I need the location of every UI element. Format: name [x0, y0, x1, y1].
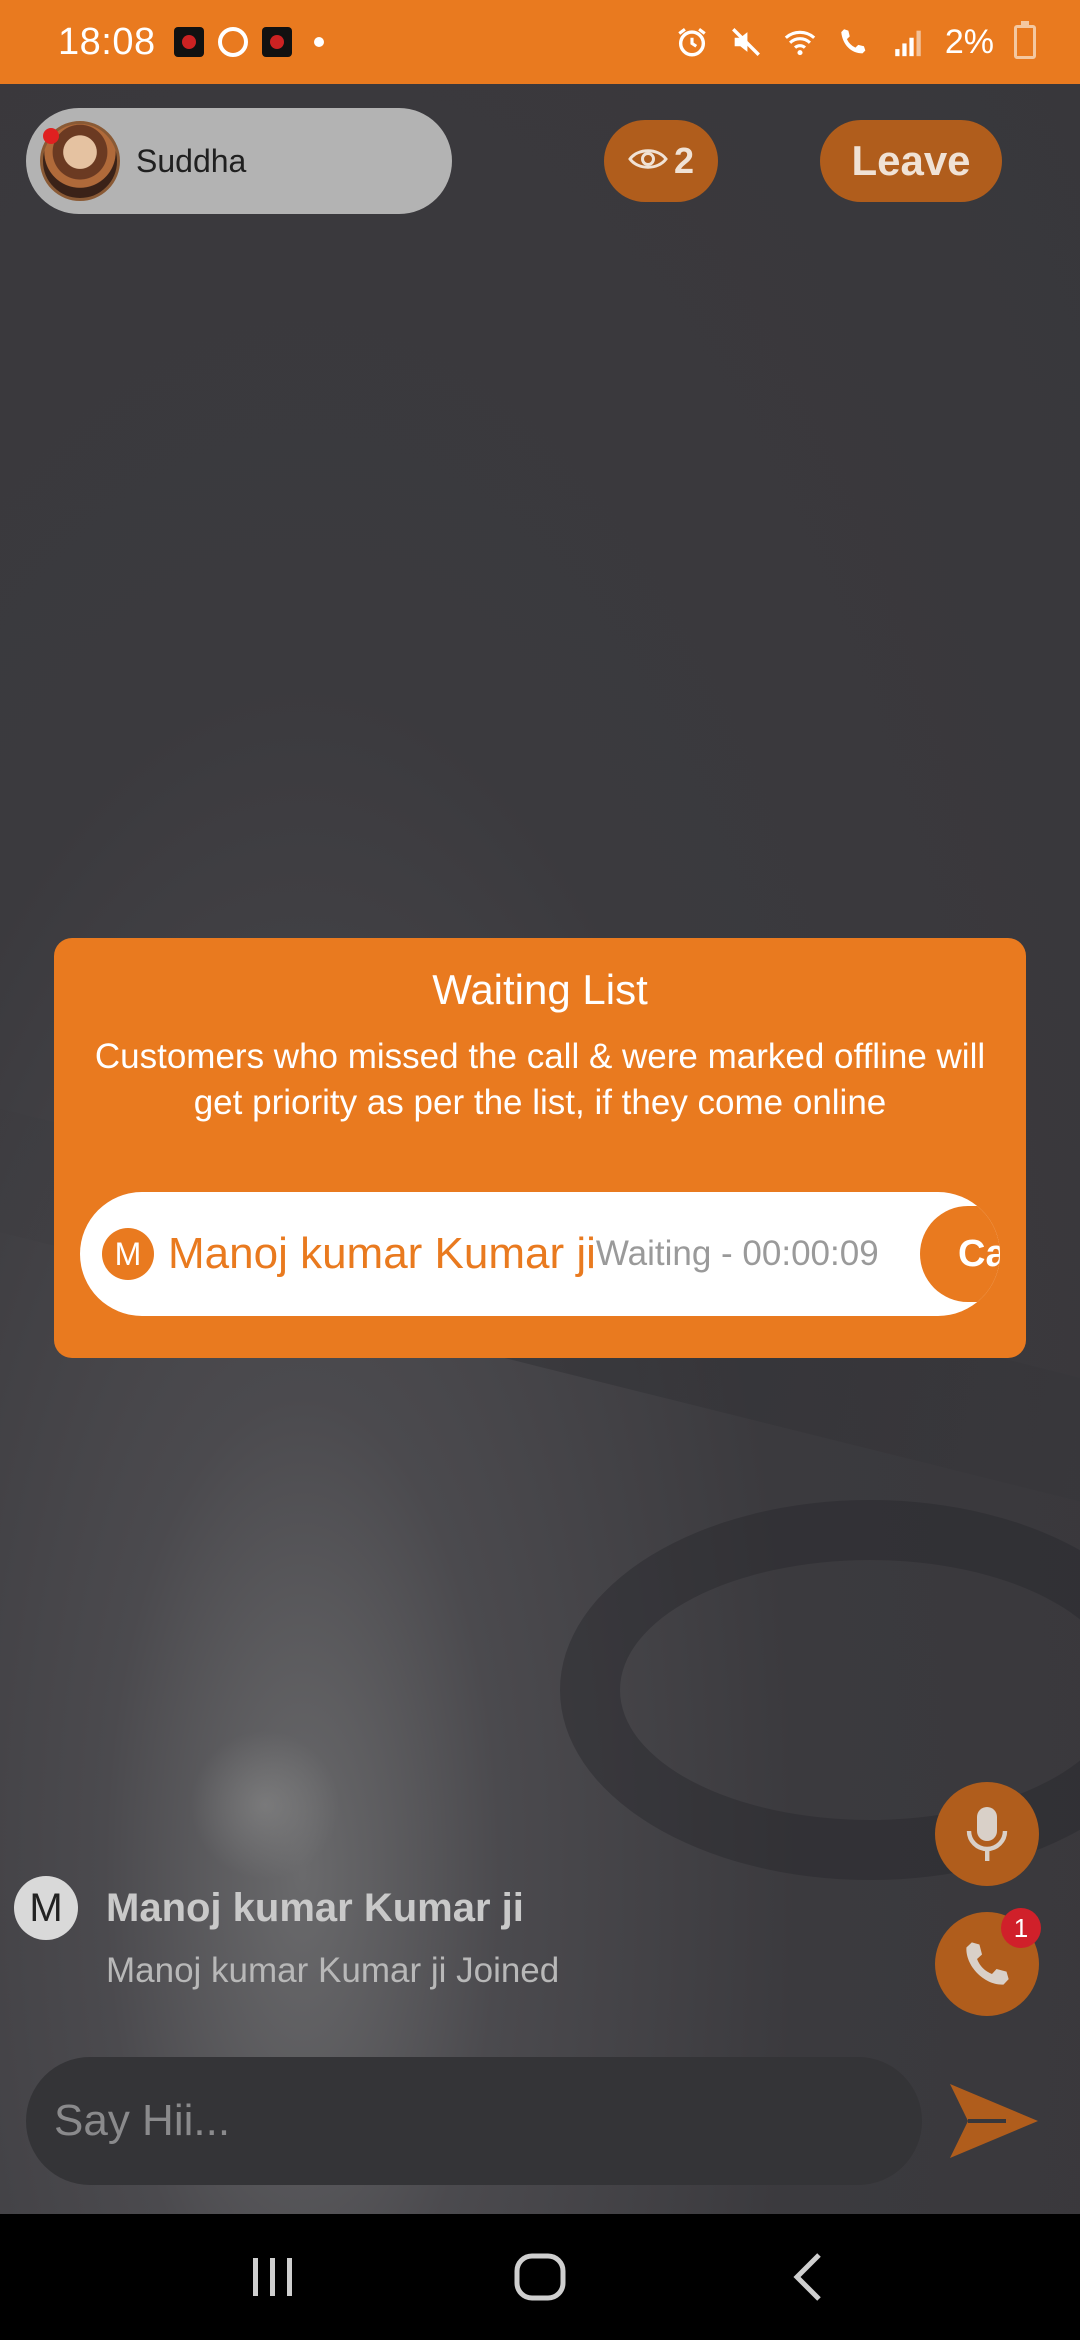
signal-icon: [895, 30, 921, 57]
battery-icon: [1014, 21, 1036, 59]
host-profile-pill[interactable]: Suddha: [26, 108, 452, 214]
call-requests-button[interactable]: 1: [935, 1908, 1041, 2016]
chat-message-input[interactable]: [26, 2057, 922, 2185]
recent-apps-icon: [253, 2258, 293, 2296]
microphone-icon: [966, 1807, 1008, 1861]
call-requests-count-badge: 1: [1001, 1908, 1041, 1948]
host-avatar: [40, 121, 120, 201]
waiting-list-dialog: Waiting List Customers who missed the ca…: [54, 938, 1026, 1358]
viewer-count-badge[interactable]: 2: [604, 120, 718, 202]
waiting-list-description: Customers who missed the call & were mar…: [94, 1037, 986, 1122]
more-notifications-dot-icon: [313, 37, 324, 47]
back-button[interactable]: [762, 2242, 852, 2312]
phone-icon: [966, 1942, 1009, 1985]
wifi-calling-icon: [841, 29, 866, 54]
battery-percent: 2%: [944, 22, 994, 61]
eye-icon: [628, 149, 668, 169]
back-icon: [793, 2253, 821, 2301]
video-background-glow: [190, 1730, 340, 1880]
chat-user-initial: M: [14, 1876, 78, 1940]
status-time: 18:08: [58, 20, 156, 63]
app-notification-icon: [173, 27, 204, 57]
live-session-screen: 18:08 2% Suddha 2 Leave Waiting List Cus…: [0, 0, 1080, 2340]
waiting-user-initial: M: [102, 1228, 154, 1280]
notification-icons: [173, 27, 324, 57]
waiting-list-title: Waiting List: [432, 966, 648, 1013]
mute-icon: [731, 28, 760, 56]
send-icon: [950, 2084, 1038, 2158]
home-button[interactable]: [495, 2242, 585, 2312]
call-user-button[interactable]: Ca: [920, 1206, 1000, 1302]
waiting-list-item: M Manoj kumar Kumar ji Waiting - 00:00:0…: [80, 1192, 1000, 1316]
viewer-count: 2: [673, 140, 695, 181]
leave-button[interactable]: Leave: [820, 120, 1002, 202]
host-name: Suddha: [136, 142, 247, 179]
system-navigation-bar: [0, 2214, 1080, 2340]
chat-user-name: Manoj kumar Kumar ji: [106, 1886, 524, 1930]
alarm-icon: [678, 28, 706, 57]
send-button[interactable]: [946, 2078, 1042, 2164]
recent-apps-button[interactable]: [228, 2242, 318, 2312]
wifi-icon: [784, 30, 816, 56]
chat-message-text: Manoj kumar Kumar ji Joined: [106, 1951, 560, 1990]
home-icon: [514, 2253, 566, 2301]
system-icons: 2%: [675, 21, 1036, 62]
app-notification-icon: [261, 27, 292, 57]
live-indicator-icon: [43, 128, 59, 144]
waiting-user-name: Manoj kumar Kumar ji: [168, 1229, 596, 1278]
microphone-button[interactable]: [935, 1782, 1039, 1886]
status-bar: 18:08 2%: [0, 0, 1080, 84]
sync-icon: [217, 27, 248, 57]
waiting-status: Waiting - 00:00:09: [595, 1234, 879, 1273]
